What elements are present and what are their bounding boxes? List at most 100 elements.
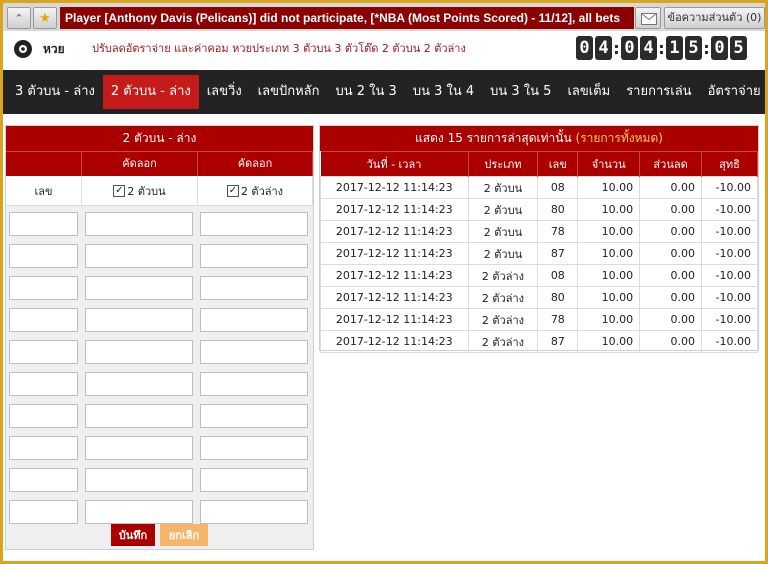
nav-item-payout-rate[interactable]: อัตราจ่าย: [700, 75, 768, 109]
top-amount-input[interactable]: [85, 500, 193, 524]
table-cell: -10.00: [701, 220, 758, 243]
check-bottom-wrap: ✓ 2 ตัวล่าง: [198, 176, 313, 205]
top-amount-input[interactable]: [85, 404, 193, 428]
top-amount-input[interactable]: [85, 468, 193, 492]
table-cell: 2 ตัวล่าง: [467, 330, 539, 353]
table-cell: 0.00: [639, 242, 703, 265]
copy-top-header[interactable]: คัดลอก: [82, 152, 198, 176]
table-cell: -10.00: [701, 176, 758, 199]
table-cell: 0.00: [639, 330, 703, 353]
top-amount-input[interactable]: [85, 276, 193, 300]
clock-digit: 5: [685, 36, 702, 60]
table-cell: -10.00: [701, 198, 758, 221]
brand-title: หวย: [43, 42, 65, 56]
check-bottom-checkbox[interactable]: ✓: [226, 184, 239, 197]
bottom-amount-input[interactable]: [200, 372, 308, 396]
collapse-button[interactable]: ⌃: [7, 7, 31, 29]
table-cell: 80: [537, 198, 579, 221]
chevron-up-icon: ⌃: [14, 11, 24, 25]
bottom-amount-input[interactable]: [200, 468, 308, 492]
top-amount-input[interactable]: [85, 308, 193, 332]
table-cell: 2 ตัวล่าง: [467, 308, 539, 331]
bottom-amount-input[interactable]: [200, 436, 308, 460]
table-cell: 87: [537, 242, 579, 265]
table-cell: 10.00: [577, 330, 641, 353]
table-cell: -10.00: [701, 286, 758, 309]
table-row: 2017-12-12 11:14:23 2 ตัวบน 78 10.00 0.00 -10…: [320, 220, 758, 243]
bottom-amount-input[interactable]: [200, 500, 308, 524]
check-top-checkbox[interactable]: ✓: [113, 184, 126, 197]
number-input[interactable]: [9, 244, 78, 268]
nav-item-top-3-in-5[interactable]: บน 3 ใน 5: [482, 75, 559, 109]
clock-digit: 4: [595, 36, 612, 60]
table-row: 2017-12-12 11:14:23 2 ตัวล่าง 78 10.00 0.00-…: [320, 308, 758, 331]
bottom-amount-input[interactable]: [200, 340, 308, 364]
top-bar: ⌃ ★ Player [Anthony Davis (Pelicans)] di…: [3, 3, 765, 31]
number-input[interactable]: [9, 404, 78, 428]
number-input[interactable]: [9, 308, 78, 332]
nav-item-top-3-in-4[interactable]: บน 3 ใน 4: [405, 75, 482, 109]
number-input[interactable]: [9, 212, 78, 236]
number-input[interactable]: [9, 468, 78, 492]
nav-item-3-top-bottom[interactable]: 3 ตัวบน - ล่าง: [7, 75, 103, 109]
favorite-button[interactable]: ★: [33, 7, 57, 29]
header: หวย ปรับลดอัตราจ่าย และค่าคอม หวยประเภท …: [3, 31, 765, 67]
all-bets-link[interactable]: (รายการทั้งหมด): [576, 131, 663, 145]
table-cell: 10.00: [577, 220, 641, 243]
top-amount-input[interactable]: [85, 372, 193, 396]
nav-item-top-2-in-3[interactable]: บน 2 ใน 3: [328, 75, 405, 109]
nav-item-running-number[interactable]: เลขวิ่ง: [199, 75, 250, 109]
table-cell: 78: [537, 220, 579, 243]
top-amount-input[interactable]: [85, 340, 193, 364]
mail-button[interactable]: [635, 7, 661, 29]
table-cell: 0.00: [639, 308, 703, 331]
bottom-amount-input[interactable]: [200, 404, 308, 428]
table-cell: 2 ตัวบน: [467, 220, 539, 243]
nav-item-2-top-bottom[interactable]: 2 ตัวบน - ล่าง: [102, 75, 199, 109]
bottom-amount-input[interactable]: [200, 244, 308, 268]
bottom-amount-input[interactable]: [200, 276, 308, 300]
table-cell: 0.00: [639, 220, 703, 243]
table-cell: 2017-12-12 11:14:23: [320, 330, 469, 353]
private-messages-button[interactable]: ข้อความส่วนตัว (0): [664, 7, 765, 29]
clock-separator: :: [613, 38, 620, 58]
number-label: เลข: [6, 176, 82, 205]
save-button[interactable]: บันทึก: [111, 524, 155, 546]
col-net: สุทธิ: [701, 151, 758, 177]
table-cell: 10.00: [577, 198, 641, 221]
number-input[interactable]: [9, 436, 78, 460]
number-input[interactable]: [9, 500, 78, 524]
table-row: 2017-12-12 11:14:23 2 ตัวล่าง 80 10.00 0.00-…: [320, 286, 758, 309]
cancel-button[interactable]: ยกเลิก: [160, 524, 208, 546]
table-cell: -10.00: [701, 264, 758, 287]
clock-digit: 5: [730, 36, 747, 60]
clock-digit: 1: [666, 36, 683, 60]
table-cell: 0.00: [639, 198, 703, 221]
top-amount-input[interactable]: [85, 212, 193, 236]
number-input[interactable]: [9, 276, 78, 300]
nav-item-full-number[interactable]: เลขเต็ม: [559, 75, 618, 109]
bottom-amount-input[interactable]: [200, 212, 308, 236]
table-cell: 10.00: [577, 286, 641, 309]
bottom-amount-input[interactable]: [200, 308, 308, 332]
recent-bets-title: แสดง 15 รายการล่าสุดเท่านั้น (รายการทั้ง…: [320, 126, 758, 151]
clock-digit: 0: [711, 36, 728, 60]
table-cell: 10.00: [577, 264, 641, 287]
panel-title: 2 ตัวบน - ล่าง: [6, 126, 313, 151]
top-amount-input[interactable]: [85, 436, 193, 460]
number-input[interactable]: [9, 372, 78, 396]
top-amount-input[interactable]: [85, 244, 193, 268]
table-cell: 2017-12-12 11:14:23: [320, 220, 469, 243]
mail-icon: [641, 13, 657, 25]
check-top-label: 2 ตัวบน: [127, 184, 166, 198]
label-row: เลข ✓ 2 ตัวบน ✓ 2 ตัวล่าง: [6, 176, 313, 206]
bet-entry-panel: 2 ตัวบน - ล่าง คัดลอก คัดลอก เลข ✓ 2 ตัว…: [5, 125, 314, 550]
table-cell: 2017-12-12 11:14:23: [320, 308, 469, 331]
number-input[interactable]: [9, 340, 78, 364]
nav-item-fixed-digit[interactable]: เลขปักหลัก: [250, 75, 328, 109]
nav-item-bet-list[interactable]: รายการเล่น: [618, 75, 699, 109]
table-cell: 78: [537, 308, 579, 331]
news-ticker: Player [Anthony Davis (Pelicans)] did no…: [60, 7, 634, 29]
copy-bottom-header[interactable]: คัดลอก: [198, 152, 313, 176]
rate-adjust-link[interactable]: ปรับลดอัตราจ่าย และค่าคอม หวยประเภท 3 ตั…: [92, 39, 466, 57]
